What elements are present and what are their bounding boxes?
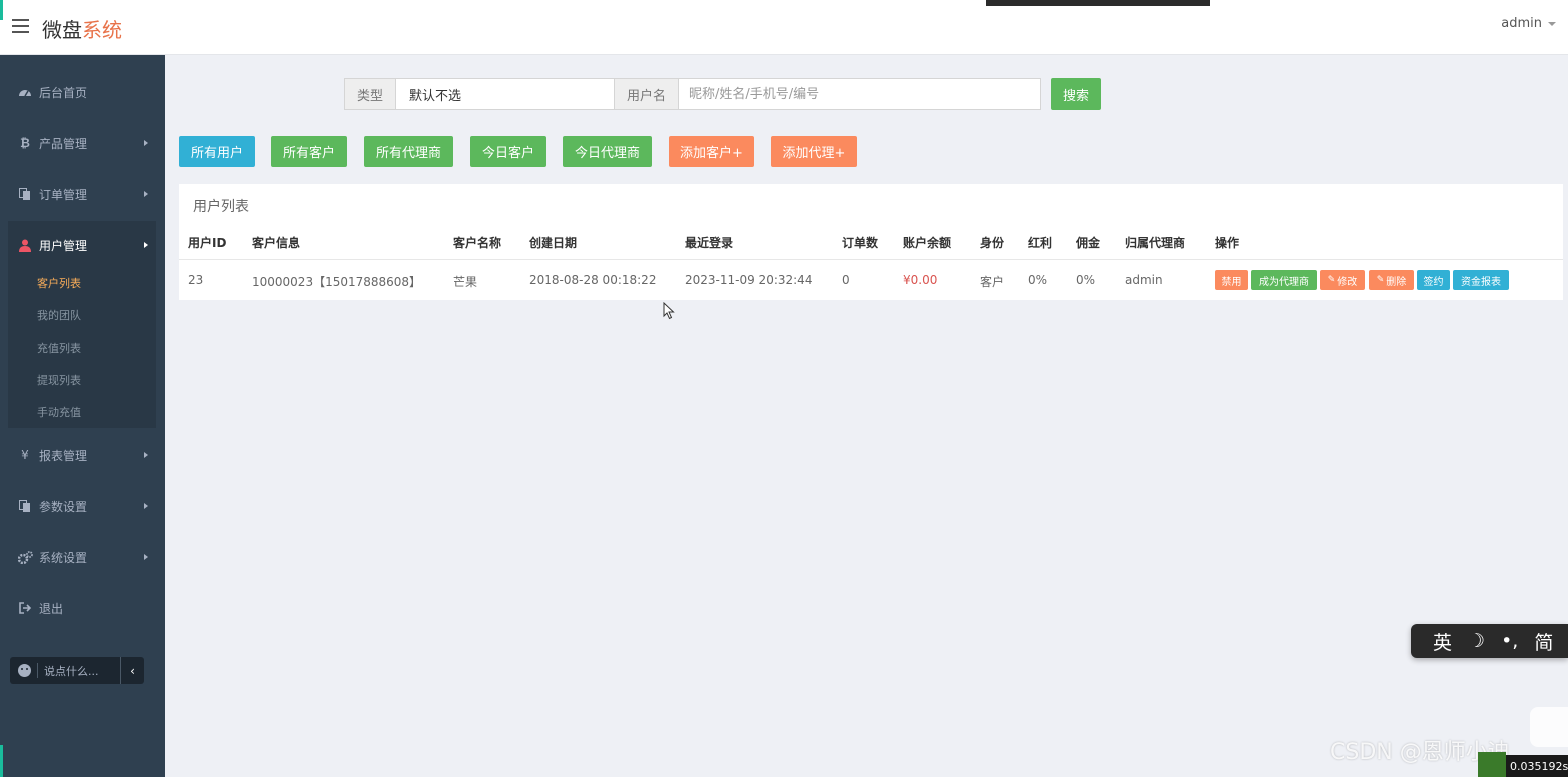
mouse-pointer-icon [663,302,675,320]
chevron-right-icon [144,452,148,458]
copy-icon [17,499,33,513]
overlay-widget [1478,752,1506,777]
punctuation-icon[interactable]: •, [1501,630,1518,652]
table-row: 23 10000023【15017888608】 芒果 2018-08-28 0… [179,261,1563,299]
col-customer-name: 客户名称 [453,236,502,250]
smile-icon [18,664,31,677]
chevron-right-icon [144,503,148,509]
ime-lang[interactable]: 英 [1433,628,1452,655]
all-agents-button[interactable]: 所有代理商 [364,136,453,167]
edit-button[interactable]: ✎ 修改 [1320,270,1365,290]
cell-orders: 0 [842,273,850,287]
sidebar-item-reports[interactable]: ¥ 报表管理 [0,438,165,472]
cell-customer-info: 10000023【15017888608】 [252,275,422,289]
chevron-right-icon [144,191,148,197]
sidebar-item-system[interactable]: 系统设置 [0,540,165,574]
col-agent: 归属代理商 [1125,236,1186,250]
col-role: 身份 [980,236,1005,250]
chat-placeholder: 说点什么... [44,664,99,678]
cell-created: 2018-08-28 00:18:22 [529,273,657,287]
submenu-recharge-list[interactable]: 充值列表 [37,340,81,356]
user-icon [17,238,33,252]
sidebar: 后台首页 ₿ 产品管理 订单管理 用户管理 客户列表 我的团队 充值列表 提现列… [0,55,165,777]
chat-box[interactable]: 说点什么... ‹ [10,657,144,684]
sidebar-item-home[interactable]: 后台首页 [0,75,165,109]
sidebar-item-logout[interactable]: 退出 [0,591,165,625]
chevron-left-icon[interactable]: ‹ [120,657,144,684]
divider [37,663,38,678]
pencil-icon: ✎ [1376,275,1385,285]
gears-icon [17,550,33,564]
cell-last-login: 2023-11-09 20:32:44 [685,273,813,287]
dashboard-icon [17,85,33,99]
menu-toggle-icon[interactable] [12,19,29,34]
cell-balance: ¥0.00 [903,273,938,287]
col-commission: 佣金 [1076,236,1101,250]
cell-role: 客户 [980,275,1005,289]
sign-out-icon [17,601,33,615]
username-label: 用户名 [614,78,680,110]
today-customers-button[interactable]: 今日客户 [470,136,546,167]
pencil-icon: ✎ [1327,275,1336,285]
submenu-my-team[interactable]: 我的团队 [37,307,81,323]
username-input[interactable] [679,78,1042,110]
ime-script[interactable]: 简 [1534,628,1553,655]
overlay-widget [1530,707,1568,747]
col-user-id: 用户ID [188,236,227,250]
top-header: 微盘系统 admin [0,0,1568,55]
col-bonus: 红利 [1028,236,1053,250]
funds-report-button[interactable]: 资金报表 [1453,270,1509,290]
submenu-manual-recharge[interactable]: 手动充值 [37,404,81,420]
col-actions: 操作 [1215,236,1240,250]
chevron-right-icon [144,140,148,146]
top-overlay-strip [986,0,1210,6]
caret-down-icon [1548,21,1556,26]
accent-stripe [0,745,3,777]
type-filter: 类型 默认不选 [344,78,647,110]
today-agents-button[interactable]: 今日代理商 [563,136,652,167]
col-customer-info: 客户信息 [252,236,301,250]
panel-title: 用户列表 [193,199,249,215]
user-menu[interactable]: admin [1501,16,1556,31]
sidebar-item-users[interactable]: 用户管理 [0,228,165,262]
chevron-right-icon [144,242,148,248]
col-created: 创建日期 [529,236,578,250]
submenu-customer-list[interactable]: 客户列表 [37,275,81,291]
cell-agent: admin [1125,273,1163,287]
delete-button[interactable]: ✎ 删除 [1369,270,1414,290]
add-agent-button[interactable]: 添加代理+ [771,136,857,167]
copy-icon [17,187,33,201]
sidebar-item-products[interactable]: ₿ 产品管理 [0,126,165,160]
sign-button[interactable]: 签约 [1417,270,1450,290]
table-header: 用户ID 客户信息 客户名称 创建日期 最近登录 订单数 账户余额 身份 红利 … [179,224,1563,260]
timing-readout: 0.035192s [1506,755,1568,777]
disable-button[interactable]: 禁用 [1215,270,1248,290]
type-select[interactable]: 默认不选 [396,78,647,110]
sidebar-item-params[interactable]: 参数设置 [0,489,165,523]
cell-commission: 0% [1076,273,1096,287]
yen-icon: ¥ [21,448,29,462]
cell-user-id: 23 [188,273,204,287]
brand-logo: 微盘系统 [42,18,122,42]
submenu-withdraw-list[interactable]: 提现列表 [37,372,81,388]
username-filter: 用户名 [614,78,1042,110]
make-agent-button[interactable]: 成为代理商 [1251,270,1317,290]
cell-bonus: 0% [1028,273,1048,287]
all-customers-button[interactable]: 所有客户 [271,136,347,167]
all-users-button[interactable]: 所有用户 [179,136,255,167]
cell-customer-name: 芒果 [453,275,478,289]
accent-stripe [0,0,3,20]
search-button[interactable]: 搜索 [1051,78,1101,110]
add-customer-button[interactable]: 添加客户+ [669,136,754,167]
sidebar-item-orders[interactable]: 订单管理 [0,177,165,211]
ime-toolbar[interactable]: 英 ☽ •, 简 [1411,624,1568,658]
bitcoin-icon: ₿ [20,136,30,150]
col-orders: 订单数 [842,236,879,250]
moon-icon[interactable]: ☽ [1468,630,1485,652]
col-balance: 账户余额 [903,236,952,250]
chevron-right-icon [144,554,148,560]
type-label: 类型 [344,78,397,110]
col-last-login: 最近登录 [685,236,734,250]
user-list-panel: 用户列表 用户ID 客户信息 客户名称 创建日期 最近登录 订单数 账户余额 身… [179,184,1563,300]
